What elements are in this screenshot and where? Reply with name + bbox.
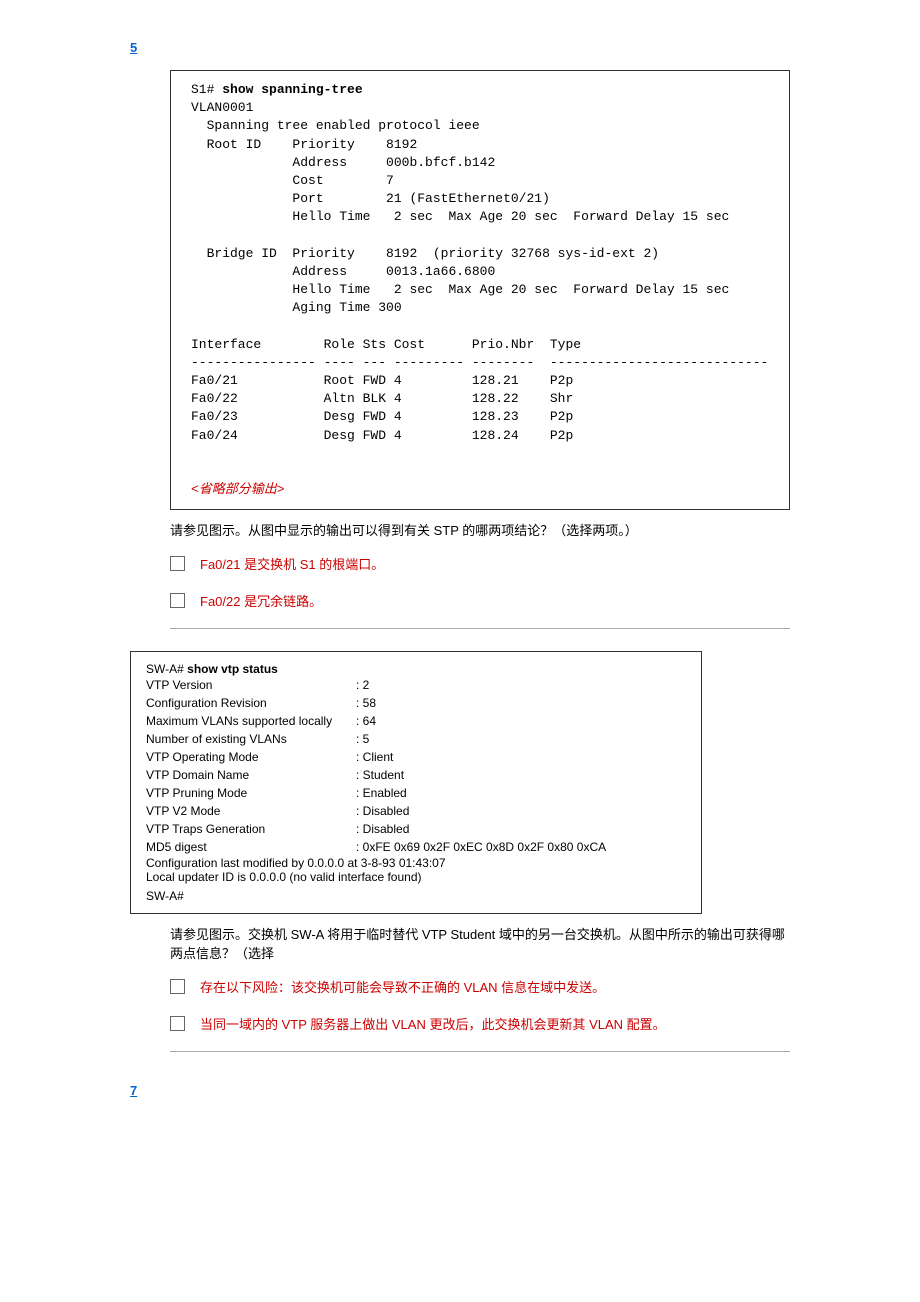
vtp-config-line: Configuration last modified by 0.0.0.0 a… bbox=[146, 856, 686, 870]
stp-line: Spanning tree enabled protocol ieee bbox=[191, 118, 480, 133]
option-text: 存在以下风险：该交换机可能会导致不正确的 VLAN 信息在域中发送。 bbox=[200, 977, 605, 996]
vtp-value: : 5 bbox=[356, 730, 369, 748]
vtp-value: : 0xFE 0x69 0x2F 0xEC 0x8D 0x2F 0x80 0xC… bbox=[356, 838, 606, 856]
root-address: 000b.bfcf.b142 bbox=[386, 155, 495, 170]
vtp-command: show vtp status bbox=[187, 662, 278, 676]
vtp-label: MD5 digest bbox=[146, 838, 356, 856]
option-text: 当同一域内的 VTP 服务器上做出 VLAN 更改后，此交换机会更新其 VLAN… bbox=[200, 1014, 666, 1033]
section-number-5: 5 bbox=[130, 40, 790, 55]
vtp-label: VTP V2 Mode bbox=[146, 802, 356, 820]
option-row[interactable]: Fa0/22 是冗余链路。 bbox=[170, 591, 790, 610]
vtp-value: : Client bbox=[356, 748, 393, 766]
question-6: 请参见图示。交换机 SW-A 将用于临时替代 VTP Student 域中的另一… bbox=[170, 924, 790, 962]
checkbox-icon[interactable] bbox=[170, 556, 185, 571]
command: show spanning-tree bbox=[222, 82, 362, 97]
option-text: Fa0/21 是交换机 S1 的根端口。 bbox=[200, 554, 384, 573]
vtp-value: : Disabled bbox=[356, 820, 409, 838]
vtp-code-box: SW-A# show vtp status VTP Version: 2 Con… bbox=[130, 651, 702, 914]
vtp-value: : 2 bbox=[356, 676, 369, 694]
vtp-label: VTP Version bbox=[146, 676, 356, 694]
vtp-value: : 64 bbox=[356, 712, 376, 730]
table-header: Interface Role Sts Cost Prio.Nbr Type bbox=[191, 337, 581, 352]
root-priority: 8192 bbox=[386, 137, 417, 152]
vtp-value: : Enabled bbox=[356, 784, 407, 802]
option-row[interactable]: Fa0/21 是交换机 S1 的根端口。 bbox=[170, 554, 790, 573]
divider bbox=[170, 1051, 790, 1052]
table-row: Fa0/22 Altn BLK 4 128.22 Shr bbox=[191, 391, 573, 406]
root-port: 21 (FastEthernet0/21) bbox=[386, 191, 550, 206]
vtp-label: VTP Pruning Mode bbox=[146, 784, 356, 802]
checkbox-icon[interactable] bbox=[170, 1016, 185, 1031]
table-row: Fa0/23 Desg FWD 4 128.23 P2p bbox=[191, 409, 573, 424]
vtp-updater-line: Local updater ID is 0.0.0.0 (no valid in… bbox=[146, 870, 686, 884]
bridge-aging: Aging Time 300 bbox=[292, 300, 401, 315]
vtp-end-prompt: SW-A# bbox=[146, 889, 686, 903]
divider bbox=[170, 628, 790, 629]
root-hello: Hello Time 2 sec Max Age 20 sec Forward … bbox=[292, 209, 729, 224]
bridge-hello: Hello Time 2 sec Max Age 20 sec Forward … bbox=[292, 282, 729, 297]
option-row[interactable]: 当同一域内的 VTP 服务器上做出 VLAN 更改后，此交换机会更新其 VLAN… bbox=[170, 1014, 790, 1033]
checkbox-icon[interactable] bbox=[170, 593, 185, 608]
vtp-label: VTP Operating Mode bbox=[146, 748, 356, 766]
vtp-prompt: SW-A# bbox=[146, 662, 184, 676]
prompt: S1# bbox=[191, 82, 214, 97]
vtp-label: VTP Traps Generation bbox=[146, 820, 356, 838]
vtp-value: : 58 bbox=[356, 694, 376, 712]
root-cost: 7 bbox=[386, 173, 394, 188]
stp-code-box: S1# show spanning-tree VLAN0001 Spanning… bbox=[170, 70, 790, 510]
vlan-line: VLAN0001 bbox=[191, 100, 253, 115]
bridge-address: 0013.1a66.6800 bbox=[386, 264, 495, 279]
table-row: Fa0/24 Desg FWD 4 128.24 P2p bbox=[191, 428, 573, 443]
vtp-value: : Student bbox=[356, 766, 404, 784]
option-row[interactable]: 存在以下风险：该交换机可能会导致不正确的 VLAN 信息在域中发送。 bbox=[170, 977, 790, 996]
section-number-7: 7 bbox=[130, 1083, 790, 1098]
option-text: Fa0/22 是冗余链路。 bbox=[200, 591, 322, 610]
question-5: 请参见图示。从图中显示的输出可以得到有关 STP 的哪两项结论？（选择两项。） bbox=[170, 520, 790, 539]
omitted-output: <省略部分输出> bbox=[191, 482, 285, 497]
vtp-label: Number of existing VLANs bbox=[146, 730, 356, 748]
checkbox-icon[interactable] bbox=[170, 979, 185, 994]
bridge-priority: 8192 (priority 32768 sys-id-ext 2) bbox=[386, 246, 659, 261]
table-divider: ---------------- ---- --- --------- ----… bbox=[191, 355, 768, 370]
table-row: Fa0/21 Root FWD 4 128.21 P2p bbox=[191, 373, 573, 388]
vtp-label: Configuration Revision bbox=[146, 694, 356, 712]
vtp-label: Maximum VLANs supported locally bbox=[146, 712, 356, 730]
vtp-value: : Disabled bbox=[356, 802, 409, 820]
vtp-label: VTP Domain Name bbox=[146, 766, 356, 784]
